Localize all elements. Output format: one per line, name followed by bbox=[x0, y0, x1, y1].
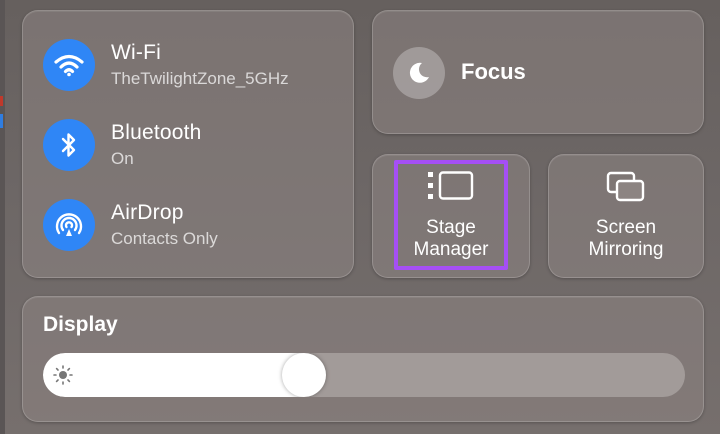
edge-red-mark bbox=[0, 96, 3, 106]
screen-mirroring-label-line1: Screen bbox=[595, 217, 657, 238]
brightness-slider-thumb[interactable] bbox=[282, 353, 327, 397]
airdrop-icon[interactable] bbox=[43, 199, 95, 251]
screen-mirroring-button[interactable]: Screen Mirroring bbox=[548, 154, 704, 278]
wifi-title: Wi-Fi bbox=[111, 41, 161, 64]
display-panel: Display bbox=[22, 296, 704, 422]
bluetooth-status: On bbox=[111, 149, 134, 168]
focus-button[interactable]: Focus bbox=[372, 10, 704, 134]
focus-label: Focus bbox=[461, 59, 526, 84]
network-panel: Wi-Fi TheTwilightZone_5GHz Bluetooth On … bbox=[22, 10, 354, 278]
bluetooth-icon[interactable] bbox=[43, 119, 95, 171]
airdrop-title: AirDrop bbox=[111, 201, 184, 224]
bluetooth-title: Bluetooth bbox=[111, 121, 202, 144]
screen-mirroring-icon bbox=[606, 171, 646, 208]
airdrop-status: Contacts Only bbox=[111, 229, 218, 248]
moon-icon bbox=[393, 47, 445, 99]
brightness-slider[interactable] bbox=[43, 353, 685, 397]
screen-mirroring-label-line2: Mirroring bbox=[588, 239, 664, 260]
sun-icon bbox=[53, 365, 73, 390]
left-edge-strip bbox=[0, 0, 5, 434]
wifi-icon[interactable] bbox=[43, 39, 95, 91]
stage-manager-highlight-box bbox=[394, 160, 508, 270]
display-label: Display bbox=[43, 313, 118, 336]
screen-mirroring-label: Screen Mirroring bbox=[549, 217, 703, 261]
brightness-slider-fill bbox=[43, 353, 305, 397]
wifi-network-name: TheTwilightZone_5GHz bbox=[111, 69, 289, 88]
edge-blue-mark bbox=[0, 114, 3, 128]
